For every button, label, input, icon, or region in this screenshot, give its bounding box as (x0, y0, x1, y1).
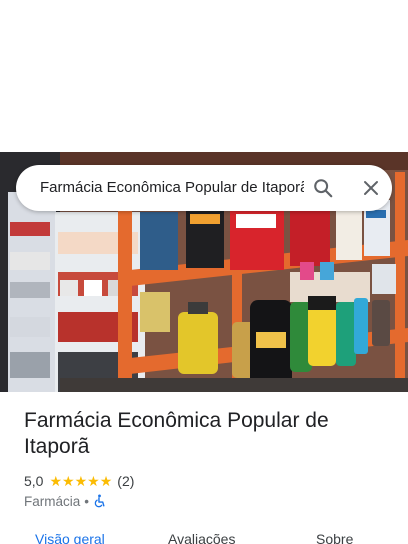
star-icon: ★ (87, 473, 100, 489)
search-bar: Farmácia Econômica Popular de Itaporã (16, 165, 392, 211)
category-row: Farmácia • (24, 492, 106, 510)
place-category: Farmácia (24, 493, 81, 509)
close-icon (364, 181, 378, 195)
separator-dot: • (84, 493, 89, 509)
tab-about[interactable]: Sobre (316, 530, 353, 544)
star-icon: ★ (99, 473, 113, 489)
star-icon: ★ (49, 473, 63, 489)
rating-row[interactable]: 5,0 ★ ★ ★ ★ ★ (2) (24, 472, 134, 490)
search-input[interactable]: Farmácia Econômica Popular de Itaporã (40, 165, 304, 211)
place-tabs: Visão geral Avaliações Sobre (0, 530, 408, 544)
tab-overview[interactable]: Visão geral (35, 530, 105, 544)
rating-stars: ★ ★ ★ ★ ★ (49, 474, 112, 488)
wheelchair-icon (93, 494, 106, 508)
place-title: Farmácia Econômica Popular de Itaporã (24, 409, 329, 458)
star-icon: ★ (62, 473, 75, 489)
tab-reviews[interactable]: Avaliações (168, 530, 235, 544)
search-icon (314, 179, 333, 198)
rating-value: 5,0 (24, 473, 44, 489)
star-icon: ★ (74, 473, 88, 489)
map-area-blank (0, 0, 408, 152)
review-count[interactable]: (2) (117, 473, 134, 489)
close-button[interactable] (356, 173, 386, 203)
search-button[interactable] (308, 173, 338, 203)
